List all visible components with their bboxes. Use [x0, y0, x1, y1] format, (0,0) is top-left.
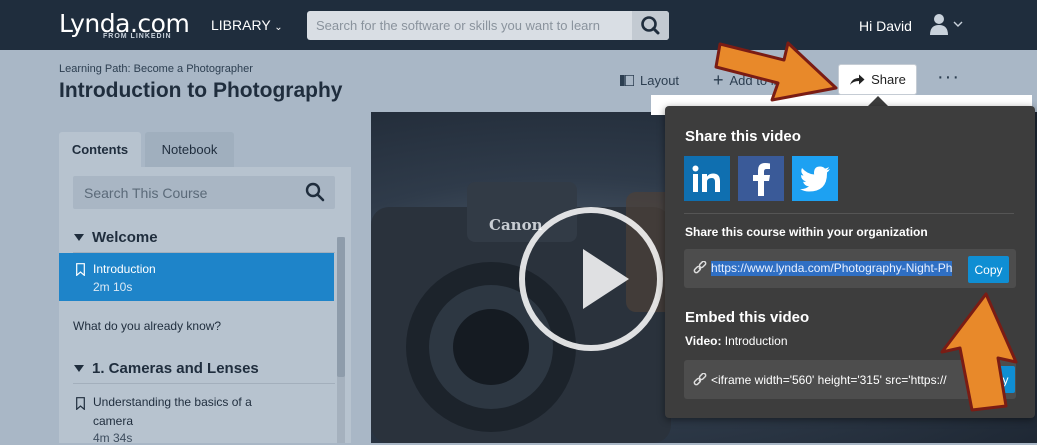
- share-label: Share: [871, 72, 906, 87]
- camera-brand-label: Canon: [489, 216, 543, 234]
- play-button[interactable]: [519, 207, 663, 351]
- linkedin-share-button[interactable]: [684, 156, 730, 201]
- logo-subtitle: FROM LINKEDIN: [103, 33, 172, 40]
- tab-notebook[interactable]: Notebook: [145, 132, 234, 167]
- play-icon: [583, 249, 629, 309]
- annotation-arrow-icon: [940, 292, 1018, 412]
- global-search-button[interactable]: [632, 11, 669, 40]
- more-options-icon[interactable]: ···: [937, 66, 960, 89]
- facebook-icon: [753, 162, 770, 196]
- copy-url-button[interactable]: Copy: [968, 256, 1009, 283]
- item-title: Understanding the basics of a camera: [93, 395, 252, 428]
- breadcrumb[interactable]: Learning Path: Become a Photographer: [59, 63, 253, 75]
- section-title: Welcome: [92, 228, 158, 246]
- sidebar-scrollbar[interactable]: [337, 237, 345, 443]
- item-title: What do you already know?: [73, 319, 222, 333]
- item-duration: 2m 10s: [93, 280, 133, 294]
- list-item[interactable]: Understanding the basics of a camera 4m …: [59, 387, 334, 445]
- list-item[interactable]: Introduction 2m 10s: [59, 253, 334, 301]
- course-sidebar: Contents Notebook Welcome Introduction 2…: [59, 132, 351, 445]
- bookmark-icon[interactable]: [76, 263, 85, 276]
- chevron-down-icon: ⌄: [274, 22, 283, 33]
- tab-contents[interactable]: Contents: [59, 132, 141, 167]
- twitter-icon: [800, 166, 830, 191]
- embed-code-text[interactable]: <iframe width='560' height='315' src='ht…: [711, 373, 961, 387]
- caret-down-icon: [74, 233, 84, 241]
- video-name: Introduction: [724, 334, 788, 348]
- course-url-field[interactable]: https://www.lynda.com/Photography-Night-…: [684, 249, 1016, 288]
- library-label: LIBRARY: [211, 17, 271, 33]
- video-name-line: Video: Introduction: [685, 334, 788, 348]
- search-icon[interactable]: [305, 182, 325, 202]
- global-search-input[interactable]: [307, 11, 632, 40]
- scrollbar-thumb[interactable]: [337, 237, 345, 377]
- top-navigation-bar: Lynda.com FROM LINKEDIN LIBRARY ⌄ Hi Dav…: [0, 0, 1037, 50]
- layout-icon: [620, 75, 634, 86]
- bookmark-icon[interactable]: [76, 397, 85, 410]
- org-share-heading: Share this course within your organizati…: [685, 225, 928, 239]
- course-search-input[interactable]: [73, 176, 293, 209]
- link-icon: [693, 261, 707, 274]
- divider: [684, 213, 1014, 214]
- list-item[interactable]: What do you already know?: [59, 317, 334, 347]
- page-title: Introduction to Photography: [59, 79, 343, 102]
- video-label: Video:: [685, 334, 722, 348]
- layout-label: Layout: [640, 73, 680, 88]
- caret-down-icon: [74, 364, 84, 372]
- course-url-selection: https://www.lynda.com/Photography-Night-…: [711, 261, 953, 276]
- course-url-text[interactable]: https://www.lynda.com/Photography-Night-…: [711, 261, 960, 277]
- item-title: Introduction: [93, 262, 156, 276]
- twitter-share-button[interactable]: [792, 156, 838, 201]
- global-search: [307, 11, 669, 40]
- library-menu[interactable]: LIBRARY ⌄: [211, 17, 283, 33]
- annotation-arrow-icon: [714, 41, 838, 102]
- layout-button[interactable]: Layout: [620, 73, 679, 88]
- section-welcome[interactable]: Welcome: [73, 222, 335, 253]
- facebook-share-button[interactable]: [738, 156, 784, 201]
- link-icon: [693, 373, 707, 386]
- share-heading: Share this video: [685, 128, 801, 145]
- course-search: [73, 176, 335, 209]
- section-cameras-and-lenses[interactable]: 1. Cameras and Lenses: [73, 353, 335, 384]
- linkedin-icon: [692, 165, 720, 192]
- user-menu[interactable]: [929, 13, 963, 37]
- user-avatar-icon: [930, 14, 963, 35]
- section-title: 1. Cameras and Lenses: [92, 359, 259, 377]
- search-icon: [641, 16, 660, 35]
- user-greeting: Hi David: [859, 18, 912, 34]
- contents-panel: Welcome Introduction 2m 10s What do you …: [59, 167, 351, 445]
- embed-heading: Embed this video: [685, 309, 810, 326]
